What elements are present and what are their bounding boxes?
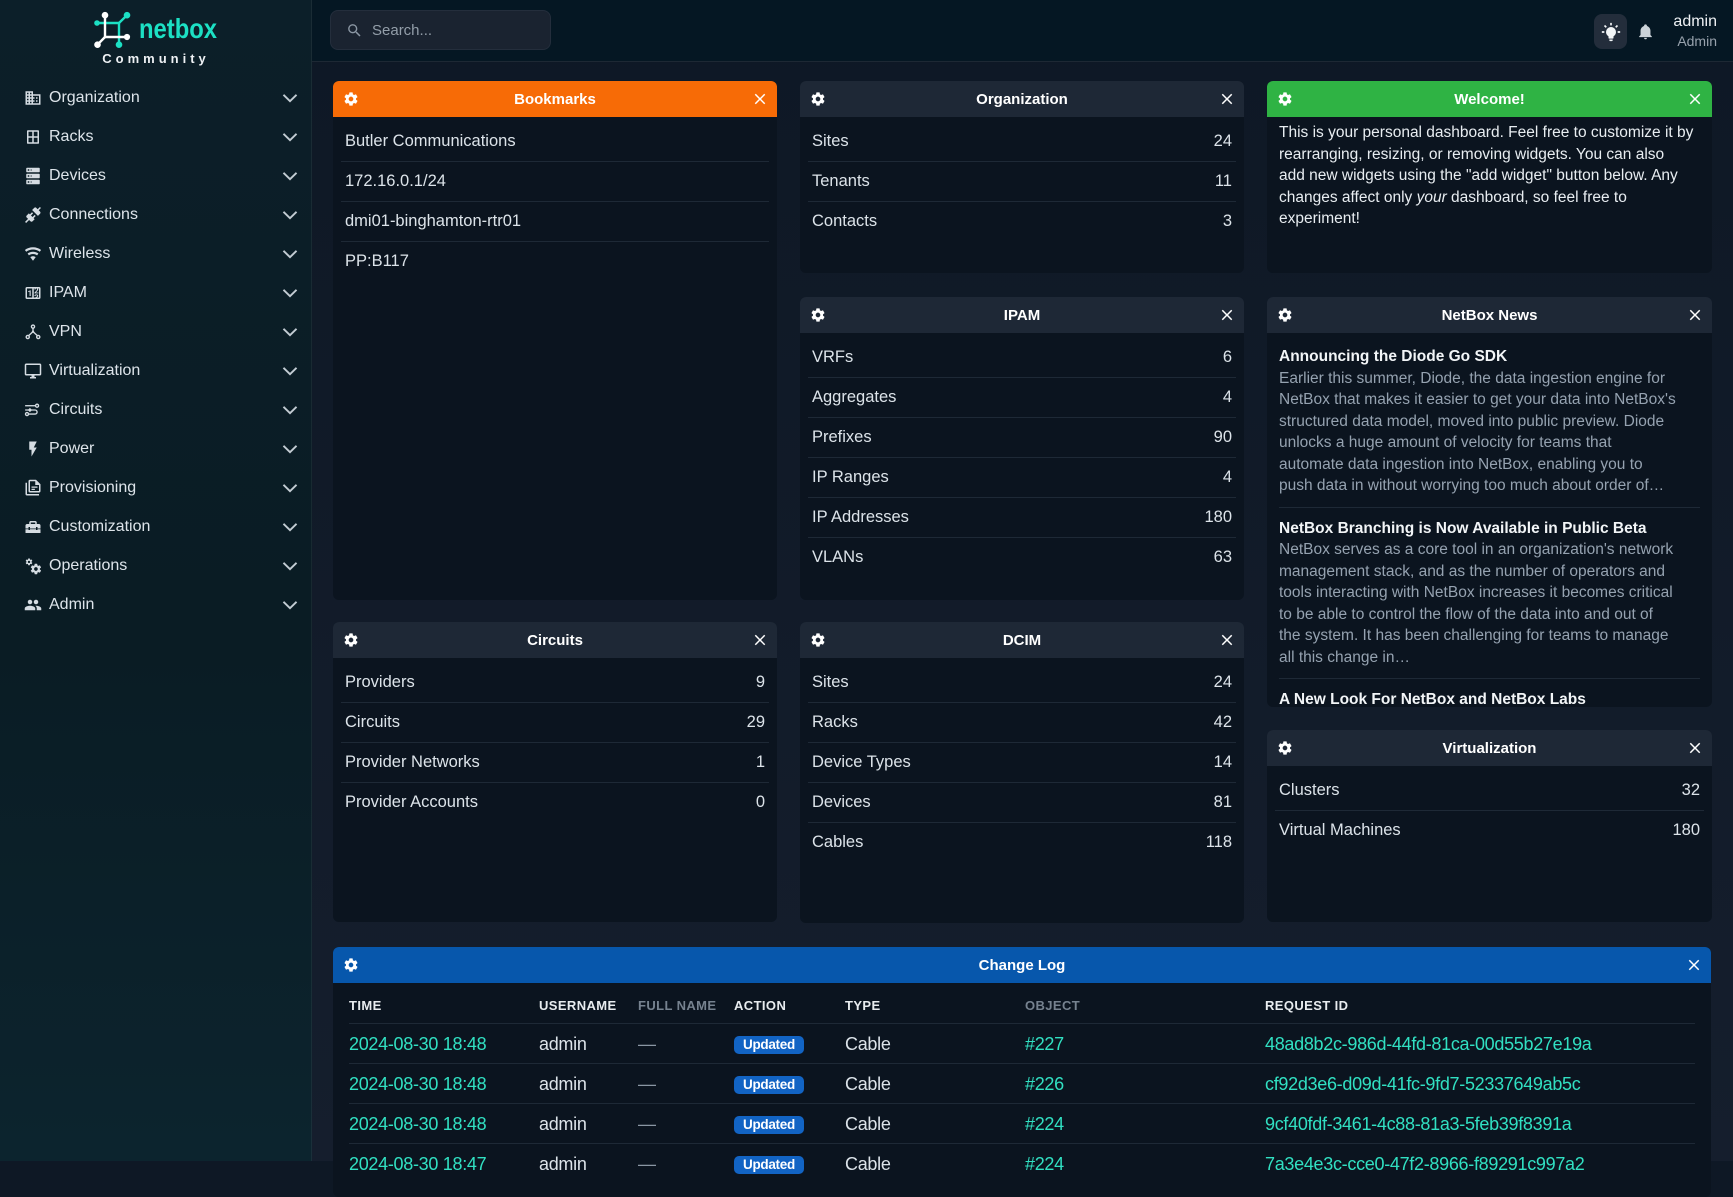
- svg-text:netbox: netbox: [139, 13, 217, 44]
